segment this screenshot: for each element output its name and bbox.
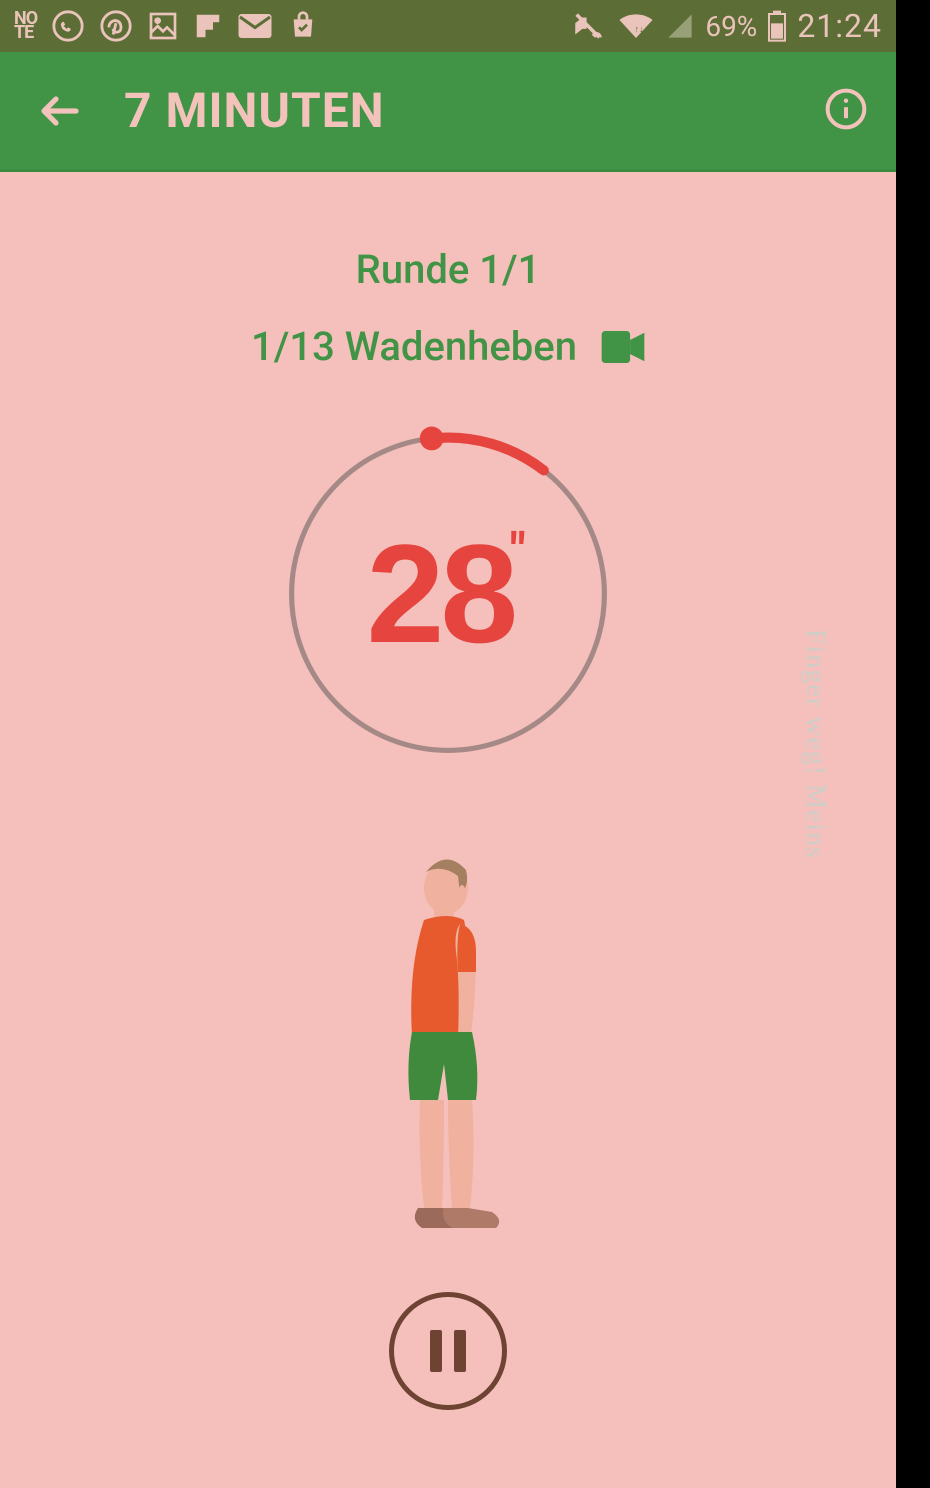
exercise-illustration (328, 852, 568, 1252)
person-icon (328, 852, 568, 1252)
workout-screen: Runde 1/1 1/13 Wadenheben 28 ″ (0, 172, 896, 1488)
battery-percent: 69% (705, 10, 757, 43)
whatsapp-icon (51, 9, 85, 43)
round-label: Runde 1/1 (0, 246, 896, 293)
exercise-row: 1/13 Wadenheben (0, 323, 896, 370)
status-bar: NOTE (0, 0, 896, 52)
pause-icon (454, 1330, 466, 1372)
video-button[interactable] (601, 331, 645, 363)
mail-icon (237, 12, 273, 40)
store-icon (287, 10, 319, 42)
watermark-text: Finger weg! Meins (799, 629, 831, 859)
flipboard-icon (193, 11, 223, 41)
gallery-icon (147, 10, 179, 42)
info-icon (824, 87, 868, 131)
countdown-timer: 28 ″ (278, 424, 618, 764)
svg-text:↑↓: ↑↓ (635, 25, 644, 35)
pause-button[interactable] (389, 1292, 507, 1410)
side-strip: Finger weg! Meins (896, 0, 930, 1488)
signal-icon (665, 12, 695, 40)
timer-unit: ″ (510, 522, 525, 579)
arrow-left-icon (36, 87, 84, 135)
clock: 21:24 (797, 7, 882, 45)
page-title: 7 MINUTEN (124, 82, 784, 139)
back-button[interactable] (36, 87, 84, 135)
info-button[interactable] (824, 87, 868, 135)
video-icon (601, 331, 645, 363)
pause-icon (430, 1330, 442, 1372)
vibrate-icon (569, 9, 607, 43)
wifi-icon: ↑↓ (617, 11, 655, 41)
note-app-icon: NOTE (14, 12, 37, 40)
pinterest-icon (99, 9, 133, 43)
battery-icon (767, 10, 787, 42)
app-bar: 7 MINUTEN (0, 52, 896, 172)
exercise-label: 1/13 Wadenheben (251, 323, 577, 370)
timer-seconds: 28 (367, 524, 515, 664)
